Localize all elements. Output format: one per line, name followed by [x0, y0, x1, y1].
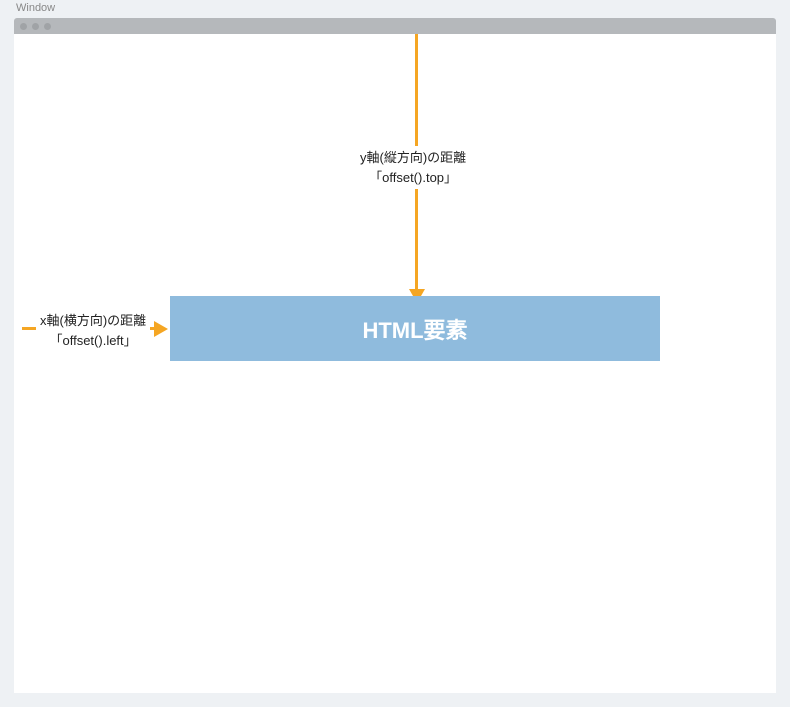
traffic-light-maximize-icon	[44, 23, 51, 30]
traffic-light-close-icon	[20, 23, 27, 30]
y-axis-label-line1: y軸(縦方向)の距離	[360, 150, 466, 165]
x-axis-label: x軸(横方向)の距離 「offset().left」	[36, 309, 150, 352]
window-label: Window	[16, 2, 55, 14]
y-axis-label: y軸(縦方向)の距離 「offset().top」	[354, 146, 472, 189]
y-axis-label-line2: 「offset().top」	[369, 170, 457, 185]
x-axis-arrow-head-icon	[154, 321, 168, 337]
x-axis-label-line1: x軸(横方向)の距離	[40, 313, 146, 328]
x-axis-label-line2: 「offset().left」	[49, 333, 136, 348]
html-element-box: HTML要素	[170, 296, 660, 361]
traffic-light-minimize-icon	[32, 23, 39, 30]
browser-title-bar	[14, 18, 776, 34]
diagram-canvas: y軸(縦方向)の距離 「offset().top」 x軸(横方向)の距離 「of…	[14, 34, 776, 693]
html-element-label: HTML要素	[362, 313, 467, 345]
